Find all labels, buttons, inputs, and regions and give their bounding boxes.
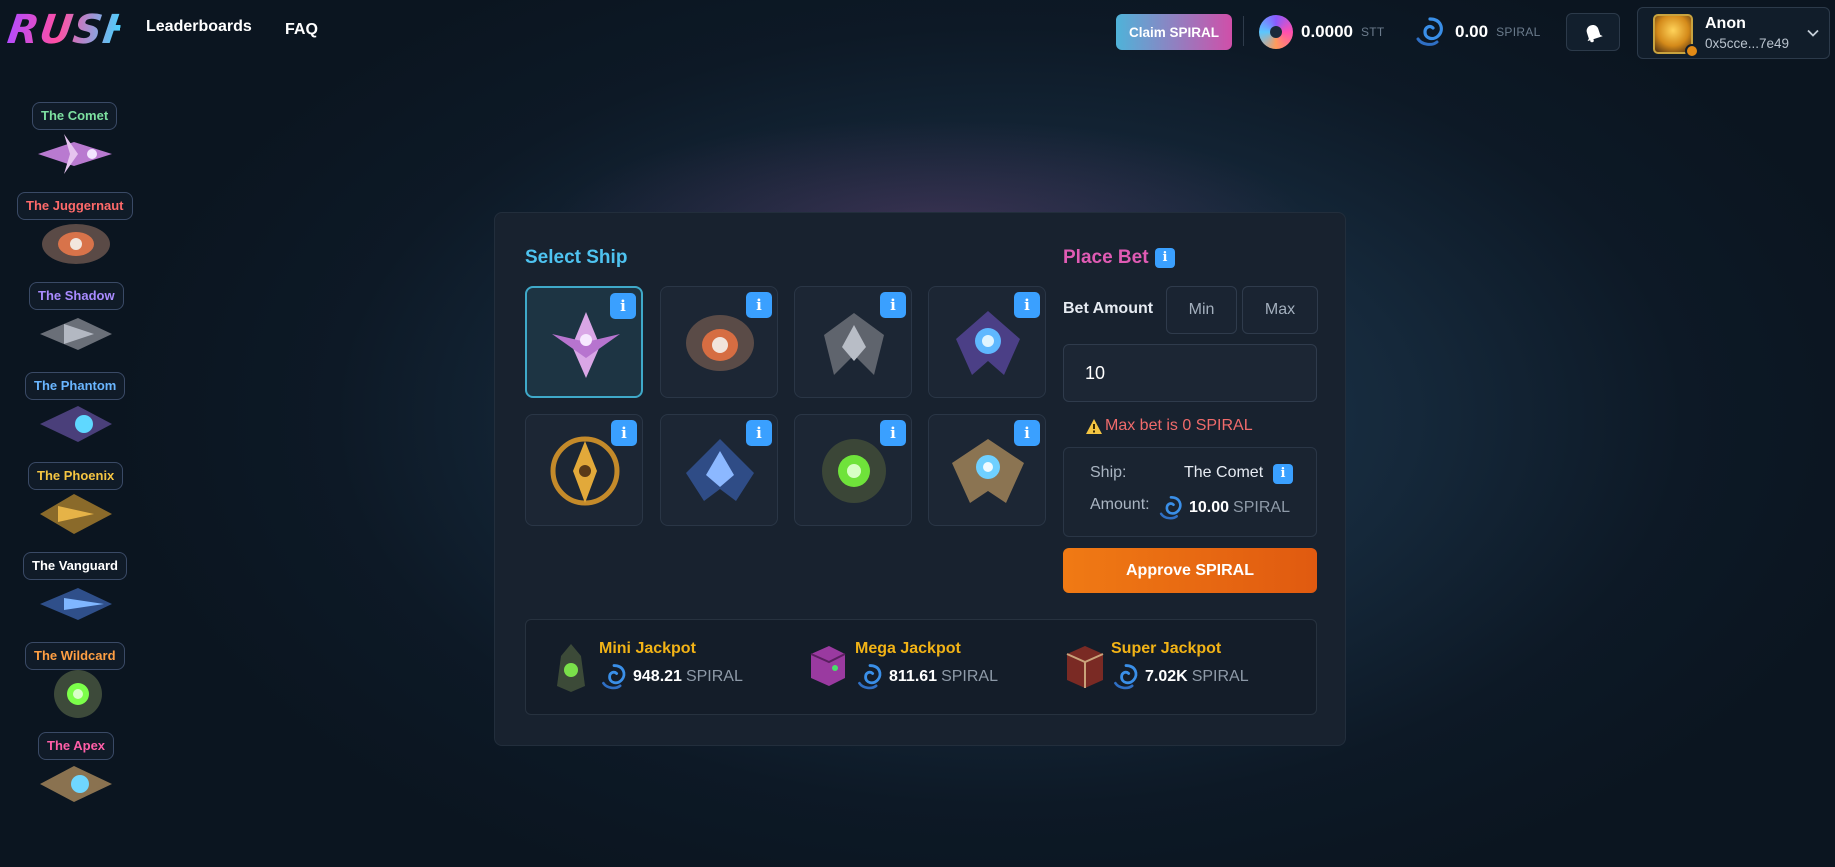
- ship-card-vanguard[interactable]: i: [660, 414, 778, 526]
- ship-card-apex[interactable]: i: [928, 414, 1046, 526]
- ship-card-wildcard[interactable]: i: [794, 414, 912, 526]
- ship-card-juggernaut[interactable]: i: [660, 286, 778, 398]
- place-bet-info-icon[interactable]: i: [1155, 248, 1175, 268]
- ship-card-phoenix[interactable]: i: [525, 414, 643, 526]
- ship-card-shadow[interactable]: i: [794, 286, 912, 398]
- rush-logo[interactable]: RUSH: [4, 4, 141, 56]
- jackpot-name: Mega Jackpot: [855, 640, 961, 657]
- sidebar-ship-wildcard[interactable]: The Wildcard: [0, 640, 140, 730]
- jackpot-name: Mini Jackpot: [599, 640, 696, 657]
- bet-amount-input[interactable]: [1063, 344, 1317, 402]
- jackpot-value: 811.61: [889, 668, 938, 685]
- summary-amount: 10.00 SPIRAL: [1157, 494, 1290, 522]
- ship-vanguard-image: [686, 439, 754, 501]
- spiral-token-icon: [602, 664, 626, 690]
- summary-amount-key: Amount:: [1090, 496, 1150, 513]
- user-name: Anon: [1705, 15, 1746, 32]
- jackpot-unit: SPIRAL: [941, 668, 998, 685]
- user-menu[interactable]: Anon 0x5cce...7e49: [1637, 7, 1830, 59]
- summary-amount-value: 10.00: [1189, 499, 1230, 516]
- jackpot-unit: SPIRAL: [685, 668, 743, 685]
- bet-amount-label: Bet Amount: [1063, 300, 1154, 317]
- spiral-token-icon: [1159, 495, 1182, 520]
- bell-icon: [1586, 25, 1603, 43]
- summary-ship-key: Ship:: [1090, 464, 1127, 481]
- approve-spiral-button[interactable]: Approve SPIRAL: [1063, 548, 1317, 593]
- min-bet-button[interactable]: Min: [1166, 286, 1237, 334]
- max-bet-warning: Max bet is 0 SPIRAL: [1105, 417, 1253, 434]
- mini-jackpot-image: [557, 644, 585, 692]
- ship-apex-image: [952, 439, 1024, 503]
- stt-balance: 0.0000 STT: [1259, 14, 1385, 50]
- spiral-token-icon: [858, 664, 882, 690]
- stt-balance-unit: STT: [1361, 25, 1385, 39]
- jackpot-amount: 7.02K SPIRAL: [1111, 662, 1249, 692]
- ship-wildcard-image: [822, 439, 886, 503]
- header-divider: [1243, 16, 1244, 46]
- jackpot-mega: Mega Jackpot 811.61 SPIRAL: [807, 620, 1027, 716]
- spiral-balance: 0.00 SPIRAL: [1413, 14, 1541, 50]
- sidebar-ship-shadow[interactable]: The Shadow: [0, 280, 140, 370]
- sidebar-ship-vanguard[interactable]: The Vanguard: [0, 550, 140, 640]
- jackpot-super: Super Jackpot 7.02K SPIRAL: [1063, 620, 1283, 716]
- jackpot-name: Super Jackpot: [1111, 640, 1222, 657]
- ship-wildcard-image: [54, 670, 102, 718]
- sidebar-ship-phantom[interactable]: The Phantom: [0, 370, 140, 460]
- select-ship-title: Select Ship: [525, 247, 628, 268]
- jackpot-value: 948.21: [633, 668, 682, 685]
- ship-phoenix-image: [550, 436, 620, 506]
- chevron-down-icon[interactable]: [1806, 26, 1820, 40]
- spiral-token-icon: [1114, 664, 1138, 690]
- ship-apex-image: [40, 766, 112, 802]
- ship-phoenix-image: [40, 494, 112, 534]
- spiral-balance-unit: SPIRAL: [1496, 25, 1541, 39]
- max-bet-button[interactable]: Max: [1242, 286, 1318, 334]
- ship-comet-image: [552, 312, 620, 378]
- ship-juggernaut-image: [42, 224, 110, 264]
- ship-shadow-image: [40, 318, 112, 350]
- spiral-token-icon: [1416, 17, 1443, 46]
- sidebar-ship-comet[interactable]: The Comet: [0, 100, 140, 190]
- stt-token-icon: [1259, 15, 1293, 49]
- wallet-address: 0x5cce...7e49: [1705, 36, 1790, 51]
- notifications-button[interactable]: [1566, 13, 1620, 51]
- summary-ship-value: The Comet: [1184, 464, 1264, 481]
- ship-phantom-image: [956, 311, 1020, 375]
- claim-spiral-button[interactable]: Claim SPIRAL: [1116, 14, 1232, 50]
- bet-panel: Select Ship Place Bet i i i i i i i i i …: [494, 212, 1346, 746]
- jackpots-bar: Mini Jackpot 948.21 SPIRAL Mega Jackpot: [525, 619, 1317, 715]
- jackpot-amount: 948.21 SPIRAL: [599, 662, 743, 692]
- ship-vanguard-image: [40, 588, 112, 620]
- warning-icon: [1086, 419, 1102, 434]
- ship-card-phantom[interactable]: i: [928, 286, 1046, 398]
- mega-jackpot-image: [810, 646, 846, 686]
- jackpot-amount: 811.61 SPIRAL: [855, 662, 998, 692]
- avatar-badge: [1685, 44, 1699, 58]
- ship-shadow-image: [824, 313, 884, 375]
- stt-balance-value: 0.0000: [1301, 22, 1353, 41]
- sidebar-ship-phoenix[interactable]: The Phoenix: [0, 460, 140, 550]
- summary-amount-unit: SPIRAL: [1233, 499, 1290, 516]
- ship-card-comet[interactable]: i: [525, 286, 643, 398]
- nav-leaderboards[interactable]: Leaderboards: [146, 18, 252, 36]
- sidebar-ship-juggernaut[interactable]: The Juggernaut: [0, 190, 140, 280]
- super-jackpot-image: [1066, 646, 1104, 688]
- top-header: RUSH Leaderboards FAQ Claim SPIRAL 0.000…: [0, 0, 1835, 62]
- ship-juggernaut-image: [686, 315, 754, 371]
- summary-ship-info-icon[interactable]: i: [1273, 464, 1293, 484]
- ship-phantom-image: [40, 406, 112, 442]
- jackpot-unit: SPIRAL: [1191, 668, 1249, 685]
- spiral-balance-value: 0.00: [1455, 22, 1489, 41]
- jackpot-mini: Mini Jackpot 948.21 SPIRAL: [551, 620, 771, 716]
- sidebar-ship-apex[interactable]: The Apex: [0, 730, 140, 830]
- nav-faq[interactable]: FAQ: [285, 21, 318, 39]
- bet-summary: Ship: The Comet i Amount: 10.00 SPIRAL: [1063, 447, 1317, 537]
- ship-comet-image: [38, 134, 112, 174]
- jackpot-value: 7.02K: [1145, 668, 1188, 685]
- place-bet-title: Place Bet: [1063, 247, 1149, 268]
